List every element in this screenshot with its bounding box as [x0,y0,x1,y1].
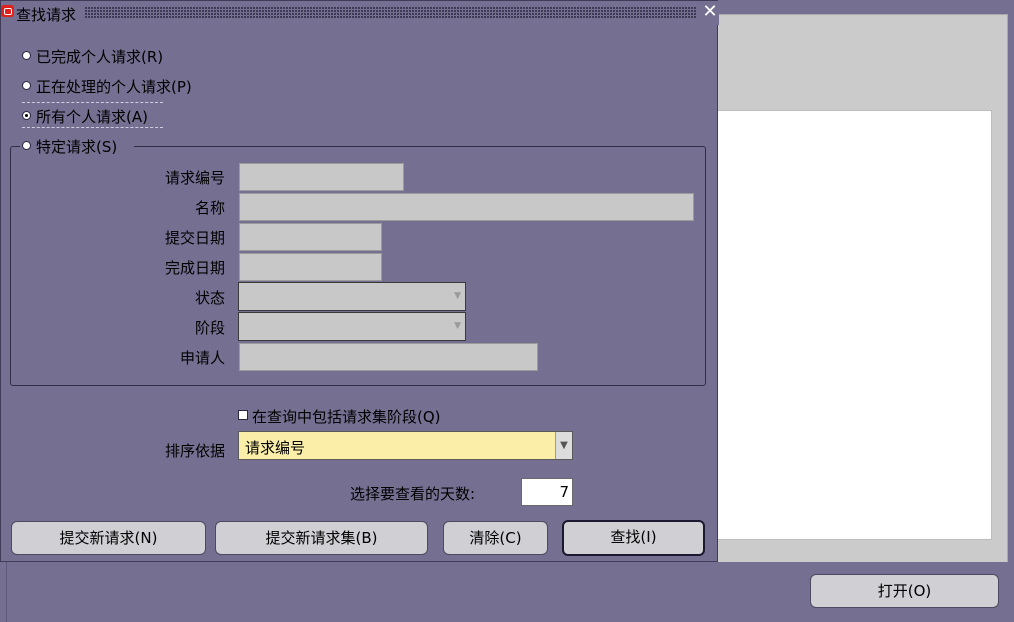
radio-button[interactable] [22,141,31,150]
request-id-field[interactable] [239,163,404,191]
clear-button[interactable]: 清除(C) [443,521,548,555]
complete-date-field[interactable] [239,253,382,281]
radio-button-selected[interactable] [22,111,31,120]
background-left-edge [0,562,7,622]
status-label: 状态 [194,289,225,307]
sort-label: 排序依据 [164,442,225,460]
request-id-label: 请求编号 [164,169,225,187]
titlebar-grip-pattern [85,7,697,19]
find-requests-dialog: 查找请求 ✕ 已完成个人请求(R) 正在处理的个人请求(P) 所有个人请求(A)… [0,0,719,562]
days-label: 选择要查看的天数: [350,485,476,503]
focus-indicator-bottom [22,127,163,128]
background-results-area [700,110,992,540]
requester-label: 申请人 [179,349,225,367]
phase-select[interactable]: ▼ [238,312,466,341]
radio-specific-request[interactable]: 特定请求(S) [20,136,134,156]
checkbox-label: 在查询中包括请求集阶段(Q) [252,408,441,426]
name-label: 名称 [194,199,225,217]
dialog-titlebar[interactable]: 查找请求 ✕ [1,1,719,25]
requester-field[interactable] [239,343,538,371]
status-select[interactable]: ▼ [238,282,466,311]
submit-new-request-set-button[interactable]: 提交新请求集(B) [215,521,428,555]
chevron-down-icon[interactable]: ▼ [454,321,461,331]
submit-date-field[interactable] [239,223,382,251]
oracle-app-icon [1,5,14,17]
radio-label: 特定请求(S) [36,138,118,156]
sort-select[interactable]: 请求编号 ▼ [238,431,573,460]
chevron-down-icon[interactable]: ▼ [454,291,461,301]
dialog-title: 查找请求 [16,6,77,24]
find-button[interactable]: 查找(I) [562,520,705,556]
days-input[interactable]: 7 [521,478,573,506]
checkbox-box[interactable] [238,410,248,420]
submit-new-request-button[interactable]: 提交新请求(N) [11,521,206,555]
name-field[interactable] [239,193,694,221]
radio-label: 已完成个人请求(R) [36,48,164,66]
focus-indicator-top [22,102,163,103]
open-button[interactable]: 打开(O) [810,574,999,608]
radio-label: 正在处理的个人请求(P) [36,78,192,96]
radio-button[interactable] [22,81,31,90]
close-icon[interactable]: ✕ [702,3,718,21]
chevron-down-icon[interactable]: ▼ [555,432,572,459]
phase-label: 阶段 [194,319,225,337]
complete-date-label: 完成日期 [164,259,225,277]
submit-date-label: 提交日期 [164,229,225,247]
sort-value: 请求编号 [245,439,306,457]
radio-label: 所有个人请求(A) [36,108,148,126]
radio-button[interactable] [22,51,31,60]
